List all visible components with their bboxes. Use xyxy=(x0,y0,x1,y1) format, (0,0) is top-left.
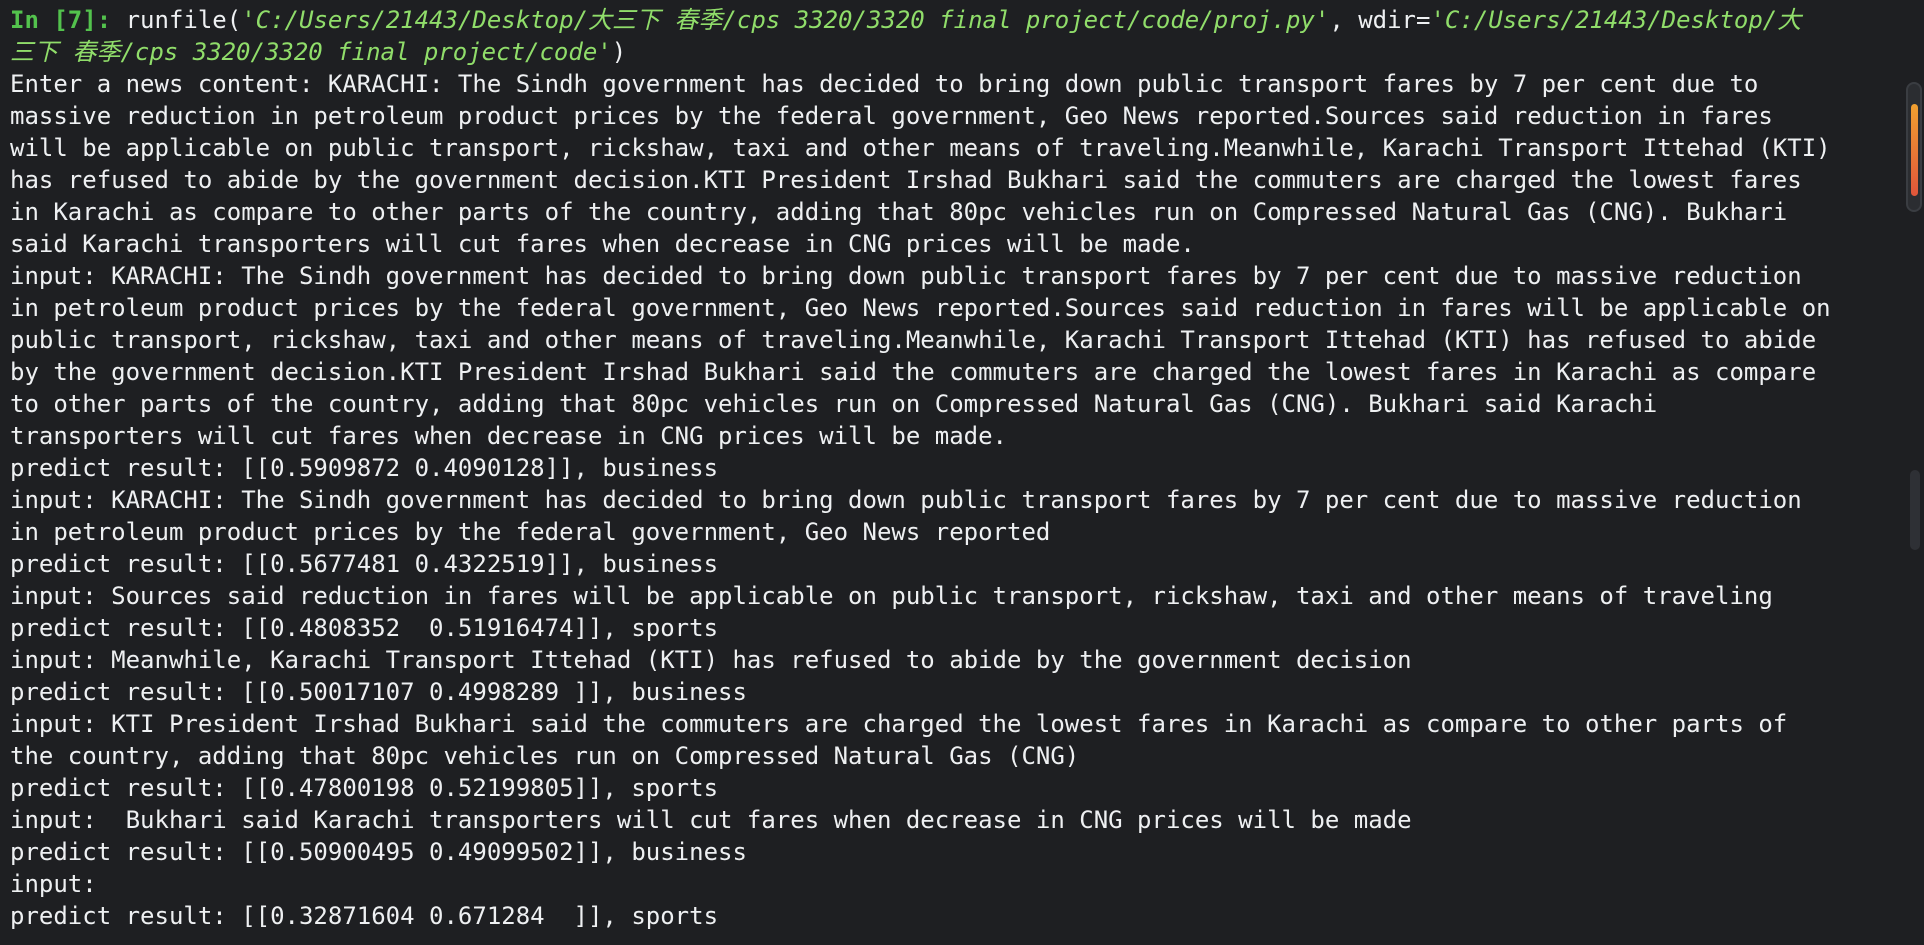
command-line-1: In [7]: runfile('C:/Users/21443/Desktop/… xyxy=(10,4,1898,36)
output-line: Enter a news content: KARACHI: The Sindh… xyxy=(10,70,1759,98)
wdir-string-part2: 三下 春季/cps 3320/3320 final project/code' xyxy=(10,38,612,66)
output-line: input: Meanwhile, Karachi Transport Itte… xyxy=(10,646,1412,674)
output-line: will be applicable on public transport, … xyxy=(10,134,1831,162)
secondary-scroll-marker[interactable] xyxy=(1910,470,1920,550)
output-line: predict result: [[0.5909872 0.4090128]],… xyxy=(10,454,719,482)
output-line: input: KTI President Irshad Bukhari said… xyxy=(10,710,1788,738)
output-line: predict result: [[0.4808352 0.51916474]]… xyxy=(10,614,719,642)
output-line: said Karachi transporters will cut fares… xyxy=(10,230,1195,258)
ipython-console[interactable]: In [7]: runfile('C:/Users/21443/Desktop/… xyxy=(0,0,1898,945)
output-line: predict result: [[0.32871604 0.671284 ]]… xyxy=(10,902,719,930)
output-line: transporters will cut fares when decreas… xyxy=(10,422,1007,450)
output-line: in petroleum product prices by the feder… xyxy=(10,294,1831,322)
output-line: predict result: [[0.47800198 0.52199805]… xyxy=(10,774,719,802)
close-paren: ) xyxy=(611,38,627,66)
output-line: input: KARACHI: The Sindh government has… xyxy=(10,486,1802,514)
output-line: predict result: [[0.5677481 0.4322519]],… xyxy=(10,550,719,578)
output-line: to other parts of the country, adding th… xyxy=(10,390,1658,418)
output-line: in Karachi as compare to other parts of … xyxy=(10,198,1788,226)
output-line: the country, adding that 80pc vehicles r… xyxy=(10,742,1080,770)
command-line-2: 三下 春季/cps 3320/3320 final project/code') xyxy=(10,36,1898,68)
output-line: in petroleum product prices by the feder… xyxy=(10,518,1051,546)
output-line: by the government decision.KTI President… xyxy=(10,358,1817,386)
console-output: Enter a news content: KARACHI: The Sindh… xyxy=(10,68,1898,932)
input-prompt: In [7]: xyxy=(10,6,112,34)
runfile-call: runfile( xyxy=(111,6,242,34)
output-line: predict result: [[0.50900495 0.49099502]… xyxy=(10,838,747,866)
output-line: has refused to abide by the government d… xyxy=(10,166,1802,194)
output-line: public transport, rickshaw, taxi and oth… xyxy=(10,326,1817,354)
wdir-string-part1: 'C:/Users/21443/Desktop/大 xyxy=(1430,6,1802,34)
scrollbar-highlight xyxy=(1911,104,1918,196)
output-line: input: Sources said reduction in fares w… xyxy=(10,582,1773,610)
scrollbar-thumb[interactable] xyxy=(1906,82,1922,212)
file-path-string: 'C:/Users/21443/Desktop/大三下 春季/cps 3320/… xyxy=(241,6,1330,34)
output-line: input: xyxy=(10,870,97,898)
output-line: input: KARACHI: The Sindh government has… xyxy=(10,262,1802,290)
output-line: input: Bukhari said Karachi transporters… xyxy=(10,806,1412,834)
output-line: massive reduction in petroleum product p… xyxy=(10,102,1773,130)
wdir-arg: , wdir= xyxy=(1329,6,1431,34)
output-line: predict result: [[0.50017107 0.4998289 ]… xyxy=(10,678,747,706)
